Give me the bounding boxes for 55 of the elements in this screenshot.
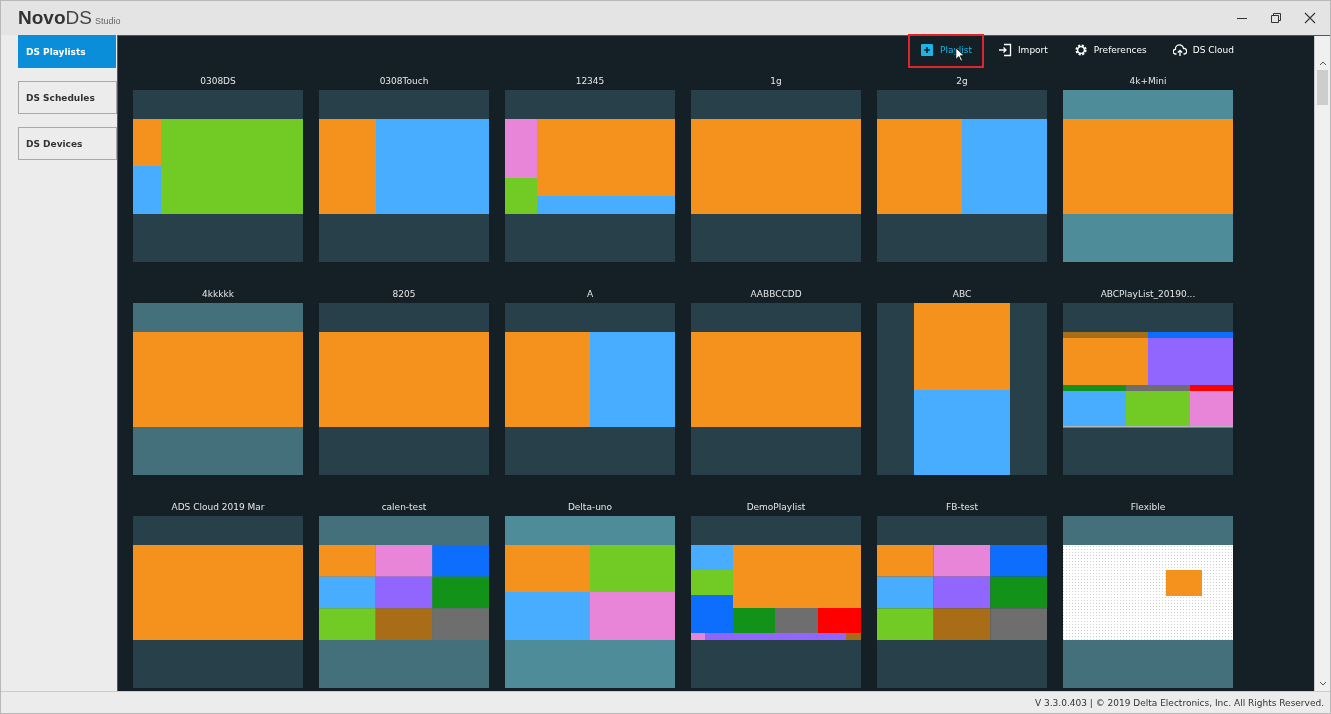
app-logo: NovoDS Studio bbox=[18, 7, 121, 29]
sidebar-tab[interactable]: DS Schedules bbox=[18, 81, 117, 114]
import-icon bbox=[997, 43, 1012, 57]
layout-thumbnail[interactable] bbox=[319, 90, 489, 262]
layout-thumbnail[interactable] bbox=[133, 90, 303, 262]
plus-icon bbox=[919, 43, 934, 57]
layout-thumbnail[interactable] bbox=[877, 303, 1047, 475]
layout-thumbnail[interactable] bbox=[319, 303, 489, 475]
playlist-name: ABCPlayList_20190... bbox=[1100, 289, 1196, 300]
sidebar-tab[interactable]: DS Devices bbox=[18, 127, 117, 160]
import-button[interactable]: Import bbox=[985, 34, 1060, 68]
cloud-button[interactable]: DS Cloud bbox=[1160, 34, 1246, 68]
settings-icon bbox=[1073, 43, 1088, 57]
layout-thumbnail[interactable] bbox=[877, 90, 1047, 262]
layout-thumbnail[interactable] bbox=[1063, 516, 1233, 688]
playlist-name: calen-test bbox=[381, 502, 427, 513]
playlist-name: DemoPlaylist bbox=[746, 502, 806, 513]
playlist-name: AABBCCDD bbox=[750, 289, 802, 300]
close-icon[interactable] bbox=[1304, 12, 1316, 24]
playlist-name: Flexible bbox=[1130, 502, 1166, 513]
playlist-name: 12345 bbox=[575, 76, 605, 87]
playlist-name: FB-test bbox=[946, 502, 978, 513]
playlist-name: 0308Touch bbox=[379, 76, 429, 87]
playlist-name: ADS Cloud 2019 Mar bbox=[171, 502, 265, 513]
layout-thumbnail[interactable] bbox=[691, 303, 861, 475]
layout-thumbnail[interactable] bbox=[691, 516, 861, 688]
scroll-thumb[interactable] bbox=[1317, 70, 1328, 105]
layout-thumbnail[interactable] bbox=[133, 516, 303, 688]
layout-thumbnail[interactable] bbox=[877, 516, 1047, 688]
playlist-name: 8205 bbox=[392, 289, 416, 300]
cloud-upload-icon bbox=[1172, 43, 1187, 57]
playlist-name: 0308DS bbox=[200, 76, 236, 87]
playlist-name: 4k+Mini bbox=[1129, 76, 1167, 87]
preferences-button[interactable]: Preferences bbox=[1061, 34, 1159, 68]
playlist-name: ABC bbox=[952, 289, 972, 300]
layout-thumbnail[interactable] bbox=[691, 90, 861, 262]
layout-thumbnail[interactable] bbox=[1063, 90, 1233, 262]
layout-thumbnail[interactable] bbox=[1063, 303, 1233, 475]
scroll-up-icon[interactable] bbox=[1317, 59, 1328, 67]
layout-thumbnail[interactable] bbox=[505, 516, 675, 688]
playlist-name: Delta-uno bbox=[567, 502, 613, 513]
layout-thumbnail[interactable] bbox=[505, 90, 675, 262]
layout-thumbnail[interactable] bbox=[319, 516, 489, 688]
playlist-name: 2g bbox=[956, 76, 968, 87]
scrollbar[interactable] bbox=[1314, 36, 1330, 691]
playlist-name: 4kkkkk bbox=[202, 289, 234, 300]
scroll-down-icon[interactable] bbox=[1317, 680, 1328, 688]
playlist-name: 1g bbox=[770, 76, 782, 87]
playlist-name: A bbox=[586, 289, 594, 300]
layout-thumbnail[interactable] bbox=[505, 303, 675, 475]
copyright-text: V 3.3.0.403 | © 2019 Delta Electronics, Inc. All Rights Reserved. bbox=[1034, 697, 1324, 708]
sidebar-tab[interactable]: DS Playlists bbox=[18, 35, 116, 68]
layout-thumbnail[interactable] bbox=[133, 303, 303, 475]
restore-icon[interactable] bbox=[1270, 12, 1282, 24]
add-playlist-button[interactable]: Playlist bbox=[907, 34, 984, 68]
